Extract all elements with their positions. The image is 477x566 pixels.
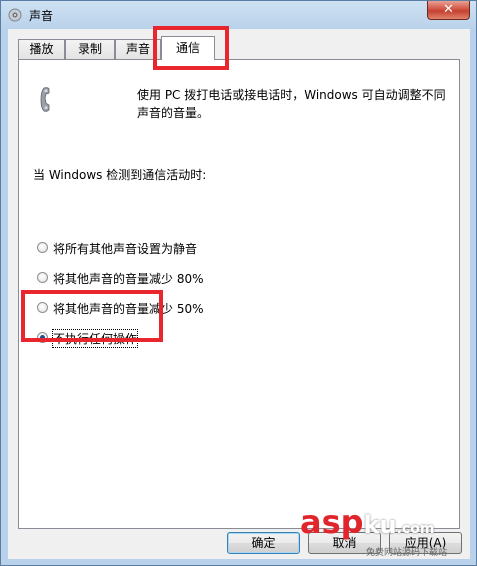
highlight-do-nothing-option [21,290,163,342]
watermark: aspku.com 免费网站源码下载站 [300,503,447,558]
phone-icon [40,87,50,112]
radio-button[interactable] [37,242,48,253]
watermark-tagline: 免费网站源码下载站 [366,548,448,558]
watermark-brand: asp [300,503,364,541]
option-label: 将所有其他声音设置为静音 [53,242,198,256]
close-button[interactable]: ✕ [427,1,470,20]
title-bar: 声音 ✕ [1,1,476,29]
close-icon: ✕ [443,2,454,17]
tab-playback[interactable]: 播放 [18,39,65,59]
watermark-domain: .com [396,521,435,537]
window-title: 声音 [29,9,54,23]
ok-button[interactable]: 确定 [227,532,300,554]
tab-recording[interactable]: 录制 [65,39,115,59]
radio-button[interactable] [37,272,48,283]
tab-label: 声音 [125,42,150,56]
watermark-brand-suffix: ku [363,511,397,539]
speaker-icon [8,8,22,22]
tab-label: 录制 [77,42,102,56]
activity-heading: 当 Windows 检测到通信活动时: [33,168,207,182]
description-text: 使用 PC 拨打电话或接电话时，Windows 可自动调整不同声音的音量。 [137,88,446,120]
highlight-communications-tab [153,26,229,70]
sound-dialog: 声音 ✕ 播放 录制 声音 通信 使用 PC 拨打电话或接电话时，Windows… [0,0,477,566]
option-label: 将其他声音的音量减少 80% [53,272,204,286]
tab-label: 播放 [29,42,54,56]
